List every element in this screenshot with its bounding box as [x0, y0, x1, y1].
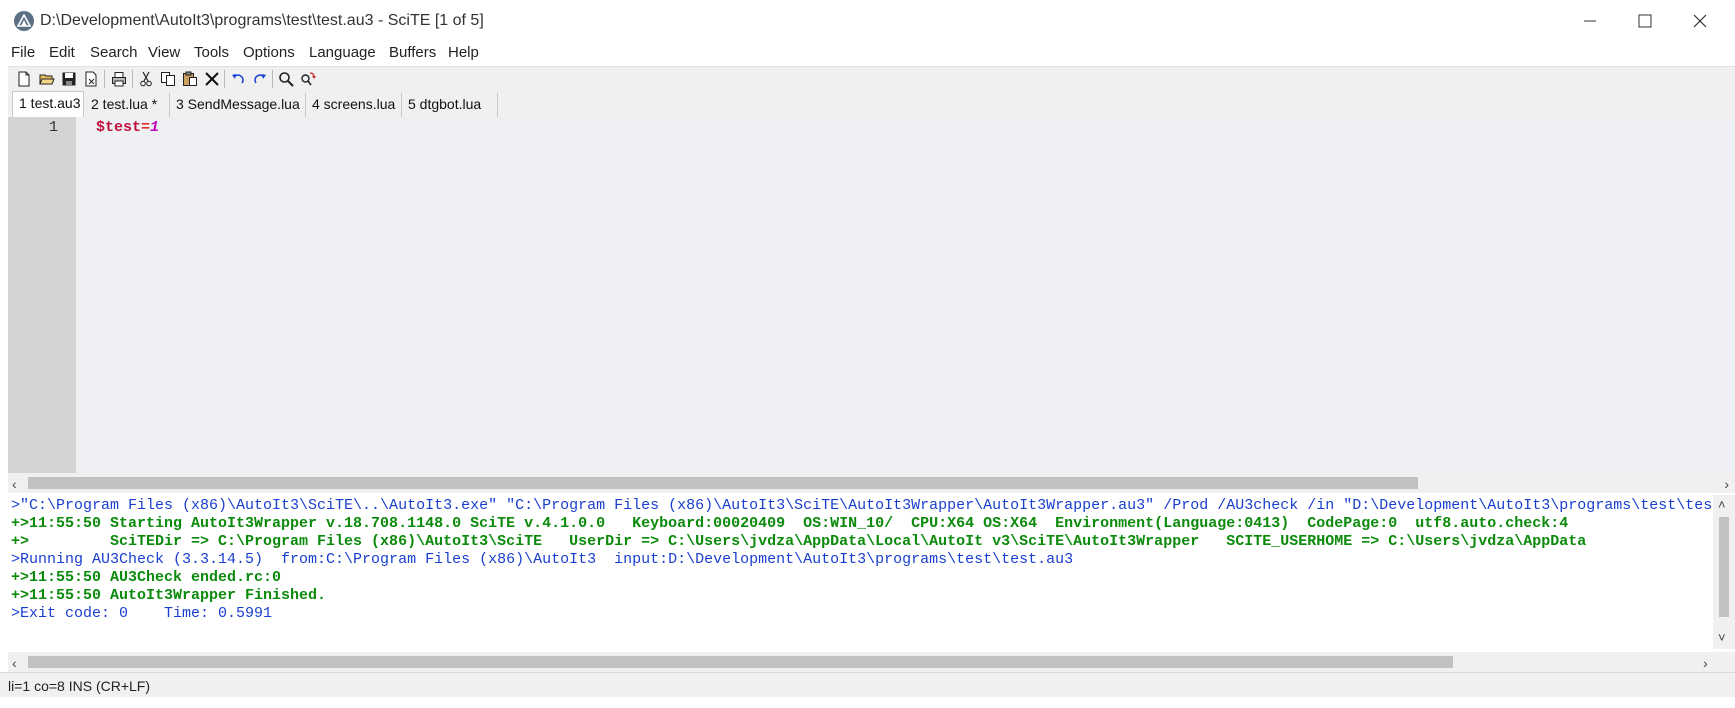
menu-search[interactable]: Search — [90, 44, 138, 61]
replace-icon — [301, 72, 316, 86]
title-bar: D:\Development\AutoIt3\programs\test\tes… — [0, 0, 1735, 42]
undo-icon — [232, 74, 244, 84]
output-line: >Running AU3Check (3.3.14.5) from:C:\Pro… — [11, 551, 1074, 568]
output-line: >Exit code: 0 Time: 0.5991 — [11, 605, 273, 622]
menu-edit[interactable]: Edit — [49, 44, 75, 61]
toolbar — [8, 66, 1735, 91]
new-file-icon — [18, 71, 30, 87]
menu-options[interactable]: Options — [243, 44, 295, 61]
buffer-tab-bar: 1 test.au3 2 test.lua * 3 SendMessage.lu… — [8, 90, 1735, 117]
minimize-button[interactable] — [1570, 8, 1610, 34]
maximize-button[interactable] — [1625, 8, 1665, 34]
save-button[interactable] — [59, 69, 79, 89]
new-file-button[interactable] — [14, 69, 34, 89]
paste-button[interactable] — [180, 69, 200, 89]
tab-sendmessage-lua[interactable]: 3 SendMessage.lua — [170, 93, 306, 117]
redo-icon — [254, 74, 266, 84]
code-line[interactable]: $test=1 — [96, 119, 159, 136]
output-pane[interactable]: >"C:\Program Files (x86)\AutoIt3\SciTE\.… — [8, 495, 1713, 649]
bottom-strip — [0, 697, 1735, 708]
copy-button[interactable] — [158, 69, 178, 89]
close-file-icon — [85, 71, 97, 87]
print-button[interactable] — [109, 69, 129, 89]
open-folder-icon — [39, 74, 55, 85]
editor-horizontal-scrollbar[interactable]: ‹ › — [8, 473, 1735, 493]
output-line: +>11:55:50 AU3Check ended.rc:0 — [11, 569, 282, 586]
menu-buffers[interactable]: Buffers — [389, 44, 436, 61]
tab-test-lua[interactable]: 2 test.lua * — [85, 93, 170, 117]
menu-language[interactable]: Language — [309, 44, 376, 61]
maximize-icon — [1638, 14, 1652, 28]
editor-pane[interactable]: 1 $test=1 — [8, 117, 1735, 473]
output-line: +> SciTEDir => C:\Program Files (x86)\Au… — [11, 533, 1587, 550]
find-icon — [279, 72, 294, 87]
menu-view[interactable]: View — [148, 44, 180, 61]
scroll-down-icon[interactable]: ˅ — [1718, 630, 1726, 645]
status-bar: li=1 co=8 INS (CR+LF) — [0, 672, 1735, 698]
toolbar-separator — [104, 70, 105, 88]
undo-button[interactable] — [228, 69, 248, 89]
scroll-right-icon[interactable]: › — [1724, 476, 1729, 492]
toolbar-separator — [132, 70, 133, 88]
line-number: 1 — [48, 119, 58, 136]
paste-icon — [183, 71, 197, 86]
output-line: >"C:\Program Files (x86)\AutoIt3\SciTE\.… — [11, 497, 1713, 514]
scrollbar-thumb[interactable] — [28, 656, 1453, 668]
save-icon — [62, 72, 76, 86]
find-button[interactable] — [276, 69, 296, 89]
cut-icon — [140, 71, 152, 87]
print-icon — [112, 72, 126, 87]
menu-tools[interactable]: Tools — [194, 44, 229, 61]
tab-test-au3[interactable]: 1 test.au3 — [12, 91, 84, 117]
scroll-left-icon[interactable]: ‹ — [12, 476, 17, 492]
tab-screens-lua[interactable]: 4 screens.lua — [306, 93, 402, 117]
redo-button[interactable] — [250, 69, 270, 89]
menu-bar: File Edit Search View Tools Options Lang… — [0, 42, 1735, 66]
code-operator: = — [141, 119, 151, 136]
delete-icon — [205, 72, 219, 86]
close-file-button[interactable] — [81, 69, 101, 89]
scrollbar-thumb[interactable] — [1719, 517, 1729, 617]
toolbar-separator — [272, 70, 273, 88]
scite-app-icon[interactable] — [14, 11, 34, 31]
menu-file[interactable]: File — [11, 44, 35, 61]
close-window-button[interactable] — [1680, 8, 1720, 34]
output-vertical-scrollbar[interactable]: ˄ ˅ — [1713, 495, 1735, 649]
minimize-icon — [1584, 20, 1596, 22]
delete-button[interactable] — [202, 69, 222, 89]
output-line: +>11:55:50 Starting AutoIt3Wrapper v.18.… — [11, 515, 1569, 532]
output-horizontal-scrollbar[interactable]: ‹ › — [8, 652, 1735, 672]
replace-button[interactable] — [298, 69, 318, 89]
code-variable: $test — [96, 119, 142, 136]
close-icon — [1693, 14, 1707, 28]
scrollbar-thumb[interactable] — [28, 477, 1418, 489]
scroll-left-icon[interactable]: ‹ — [12, 655, 17, 671]
cut-button[interactable] — [136, 69, 156, 89]
copy-icon — [161, 72, 175, 86]
tab-dtgbot-lua[interactable]: 5 dtgbot.lua — [402, 93, 498, 117]
scroll-right-icon[interactable]: › — [1703, 655, 1708, 671]
output-line: +>11:55:50 AutoIt3Wrapper Finished. — [11, 587, 327, 604]
status-text: li=1 co=8 INS (CR+LF) — [8, 678, 150, 694]
toolbar-separator — [224, 70, 225, 88]
code-number: 1 — [150, 119, 160, 136]
scroll-up-icon[interactable]: ˄ — [1718, 497, 1726, 512]
open-file-button[interactable] — [37, 69, 57, 89]
window-title: D:\Development\AutoIt3\programs\test\tes… — [40, 12, 484, 29]
line-number-gutter: 1 — [8, 117, 76, 473]
menu-help[interactable]: Help — [448, 44, 479, 61]
